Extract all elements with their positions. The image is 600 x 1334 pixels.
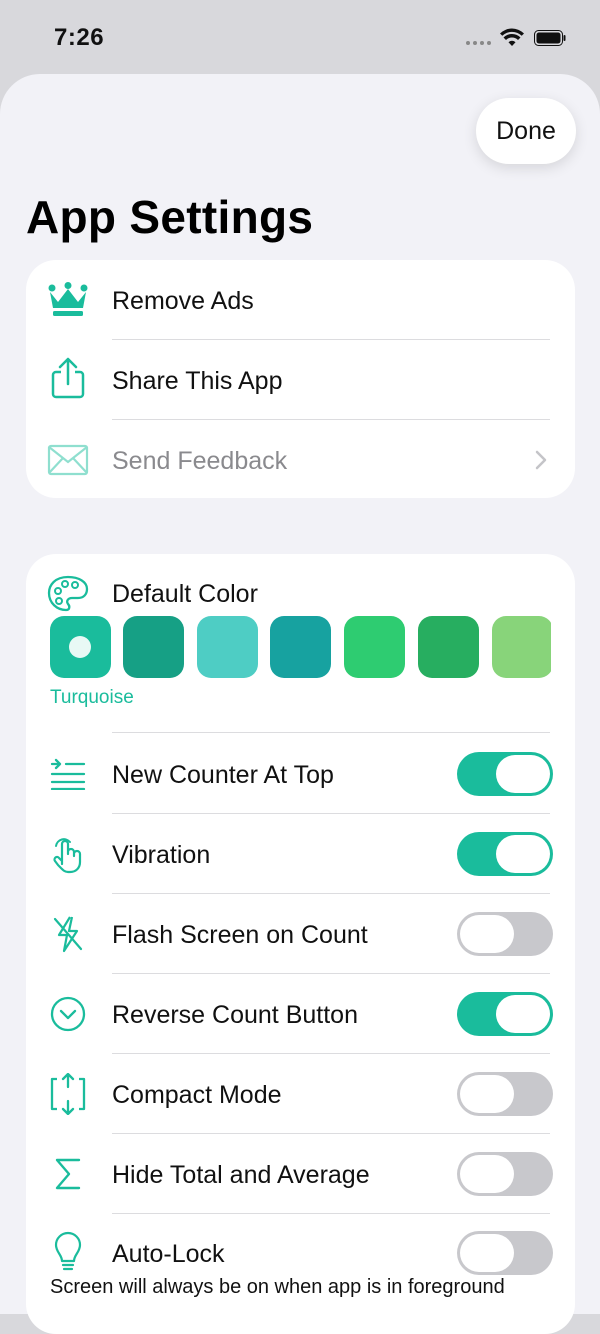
compact-icon: [46, 1072, 90, 1116]
flash-screen-row: Flash Screen on Count: [26, 894, 575, 974]
reverse-count-button-row: Reverse Count Button: [26, 974, 575, 1054]
preferences-section: Default Color Turquoise New Counter At T…: [26, 554, 575, 1334]
chevron-down-circle-icon: [46, 992, 90, 1036]
toggle-label: Reverse Count Button: [112, 1001, 358, 1029]
share-app-row[interactable]: Share This App: [26, 340, 575, 420]
sigma-icon: [46, 1152, 90, 1196]
share-icon: [46, 356, 90, 400]
default-color-label: Default Color: [112, 580, 258, 608]
done-button[interactable]: Done: [476, 98, 576, 164]
compact-mode-row: Compact Mode: [26, 1054, 575, 1134]
palette-icon: [46, 572, 90, 616]
hide-total-average-row: Hide Total and Average: [26, 1134, 575, 1214]
list-insert-icon: [46, 752, 90, 796]
hand-tap-icon: [46, 832, 90, 876]
color-swatch[interactable]: [418, 616, 479, 678]
crown-icon: [46, 278, 90, 322]
share-app-label: Share This App: [112, 367, 283, 395]
color-swatch[interactable]: [197, 616, 258, 678]
default-color-row: Default Color: [26, 554, 575, 614]
toggle-label: Auto-Lock: [112, 1240, 225, 1268]
flash-off-icon: [46, 912, 90, 956]
new-counter-at-top-row: New Counter At Top: [26, 734, 575, 814]
auto-lock-toggle[interactable]: [457, 1231, 553, 1275]
cellular-signal-icon: [466, 41, 491, 45]
selected-indicator: [69, 636, 91, 658]
send-feedback-row[interactable]: Send Feedback: [26, 420, 575, 500]
color-swatch[interactable]: [50, 616, 111, 678]
chevron-right-icon: [535, 450, 547, 470]
selected-color-name: Turquoise: [50, 687, 134, 708]
envelope-icon: [46, 438, 90, 482]
compact-mode-toggle[interactable]: [457, 1072, 553, 1116]
color-swatch[interactable]: [344, 616, 405, 678]
reverse-count-button-toggle[interactable]: [457, 992, 553, 1036]
send-feedback-label: Send Feedback: [112, 447, 288, 475]
toggle-label: New Counter At Top: [112, 761, 334, 789]
remove-ads-row[interactable]: Remove Ads: [26, 260, 575, 340]
battery-icon: [534, 30, 566, 46]
settings-sheet: Done App Settings Remove Ads Share This …: [0, 74, 600, 1334]
toggle-label: Vibration: [112, 841, 211, 869]
page-title: App Settings: [26, 191, 314, 243]
divider: [112, 732, 550, 733]
auto-lock-description: Screen will always be on when app is in …: [50, 1276, 505, 1298]
toggle-label: Compact Mode: [112, 1081, 282, 1109]
color-swatch-list: [50, 616, 551, 678]
general-section: Remove Ads Share This App Send Feedback: [26, 260, 575, 498]
color-swatch[interactable]: [492, 616, 551, 678]
remove-ads-label: Remove Ads: [112, 287, 254, 315]
status-time: 7:26: [54, 24, 105, 51]
vibration-toggle[interactable]: [457, 832, 553, 876]
new-counter-at-top-toggle[interactable]: [457, 752, 553, 796]
toggle-label: Hide Total and Average: [112, 1161, 370, 1189]
toggle-label: Flash Screen on Count: [112, 921, 368, 949]
vibration-row: Vibration: [26, 814, 575, 894]
flash-screen-toggle[interactable]: [457, 912, 553, 956]
status-bar: 7:26: [0, 0, 600, 74]
hide-total-average-toggle[interactable]: [457, 1152, 553, 1196]
color-swatch[interactable]: [123, 616, 184, 678]
lightbulb-icon: [46, 1230, 90, 1274]
wifi-icon: [500, 28, 524, 46]
color-swatch[interactable]: [270, 616, 331, 678]
